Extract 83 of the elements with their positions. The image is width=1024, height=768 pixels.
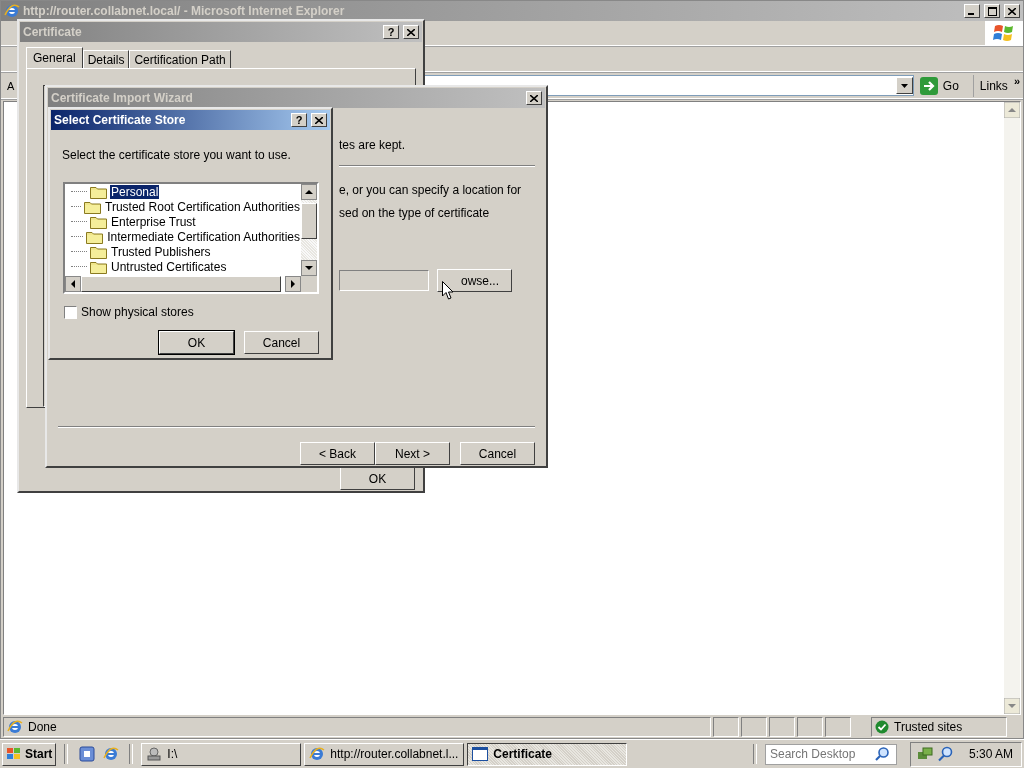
tree-item[interactable]: Trusted Publishers: [110, 244, 212, 259]
horizontal-scrollbar[interactable]: [65, 276, 317, 292]
dropdown-button[interactable]: [895, 77, 913, 94]
browser-icon: [309, 746, 326, 762]
close-icon: [530, 94, 538, 102]
check-icon: [875, 720, 889, 734]
search-icon: [936, 746, 953, 762]
scroll-thumb[interactable]: [81, 276, 281, 292]
taskbar-button[interactable]: http://router.collabnet.l...: [304, 742, 465, 766]
windows-flag-icon: [993, 23, 1015, 43]
window-title: Certificate: [23, 25, 82, 39]
window-icon: [472, 747, 489, 761]
taskbar-button[interactable]: I:\: [141, 742, 302, 766]
option-text: sed on the type of certificate: [339, 206, 491, 220]
status-text: Done: [28, 720, 57, 734]
close-icon: [407, 28, 415, 36]
folder-icon: [86, 229, 104, 244]
clock: 5:30 AM: [968, 747, 1013, 761]
wizard-button[interactable]: Next >: [375, 442, 450, 465]
help-button[interactable]: ?: [291, 113, 307, 127]
scrollbar-corner: [301, 276, 317, 292]
folder-icon: [90, 214, 107, 229]
close-icon: [315, 116, 323, 124]
folder-icon: [90, 184, 107, 199]
folder-icon: [90, 244, 107, 259]
folder-icon: [84, 199, 101, 214]
more-links-button[interactable]: »: [1013, 75, 1020, 87]
checkbox-label[interactable]: Show physical stores: [81, 305, 194, 319]
help-button[interactable]: ?: [383, 25, 399, 39]
close-button[interactable]: [526, 91, 542, 105]
scroll-right-icon: [285, 276, 301, 292]
mouse-cursor-icon: [442, 281, 454, 300]
scroll-up-icon: [301, 184, 317, 200]
windows-flag-icon: [6, 747, 22, 761]
tab[interactable]: General: [26, 47, 83, 68]
go-button[interactable]: Go: [917, 74, 974, 97]
links-button[interactable]: Links: [977, 78, 1010, 93]
window-title: http://router.collabnet.local/ - Microsoft Internet Explorer: [23, 4, 345, 18]
network-icon: [916, 746, 933, 762]
scroll-left-icon: [65, 276, 81, 292]
browser-icon: [4, 3, 20, 19]
window-title: Certificate Import Wizard: [51, 91, 193, 105]
path-field[interactable]: [339, 270, 429, 291]
browser-icon: [103, 746, 120, 762]
vertical-scrollbar[interactable]: [301, 184, 317, 276]
description-text: tes are kept.: [339, 138, 407, 152]
tree-item[interactable]: Trusted Root Certification Authorities: [104, 199, 301, 214]
store-tree[interactable]: Personal Trusted Root Certification Authorities Enterprise Trust Intermediate Certification Authorities Trusted Publishers Untrusted Certificates: [63, 182, 319, 294]
scroll-thumb[interactable]: [301, 203, 317, 239]
close-button[interactable]: [403, 25, 419, 39]
close-icon: [1008, 7, 1016, 15]
checkbox[interactable]: [64, 305, 77, 319]
taskbar-button[interactable]: Certificate: [467, 742, 628, 766]
address-label: A: [7, 79, 16, 92]
close-button[interactable]: [311, 113, 327, 127]
close-button[interactable]: [1004, 4, 1020, 18]
tree-item[interactable]: Personal: [110, 184, 160, 199]
maximize-icon: [987, 6, 997, 16]
minimize-button[interactable]: [964, 4, 980, 18]
tab[interactable]: Details: [82, 50, 130, 68]
page-icon: [7, 719, 23, 735]
browse-button[interactable]: owse...: [437, 269, 512, 292]
maximize-button[interactable]: [984, 4, 1000, 18]
tab[interactable]: Certification Path: [129, 50, 231, 68]
tree-item[interactable]: Untrusted Certificates: [110, 259, 228, 274]
tree-item[interactable]: Intermediate Certification Authorities: [106, 229, 301, 244]
prompt-text: Select the certificate store you want to use.: [62, 148, 292, 162]
desktop-icon: [78, 745, 97, 763]
wizard-button[interactable]: Cancel: [460, 442, 535, 465]
scrollbar[interactable]: [1004, 102, 1020, 714]
dialog-button[interactable]: OK: [159, 331, 234, 354]
caret-icon: [900, 83, 908, 88]
tree-item[interactable]: Enterprise Trust: [110, 214, 197, 229]
window-title: Select Certificate Store: [54, 113, 186, 127]
drive-icon: [146, 746, 163, 762]
option-text: e, or you can specify a location for: [339, 183, 523, 197]
folder-icon: [90, 259, 107, 274]
scroll-down-icon: [301, 260, 317, 276]
ok-button[interactable]: OK: [340, 467, 415, 490]
start-button[interactable]: Start: [2, 742, 57, 766]
wizard-button[interactable]: < Back: [300, 442, 375, 465]
dialog-button[interactable]: Cancel: [244, 331, 319, 354]
zone-text: Trusted sites: [894, 720, 963, 734]
